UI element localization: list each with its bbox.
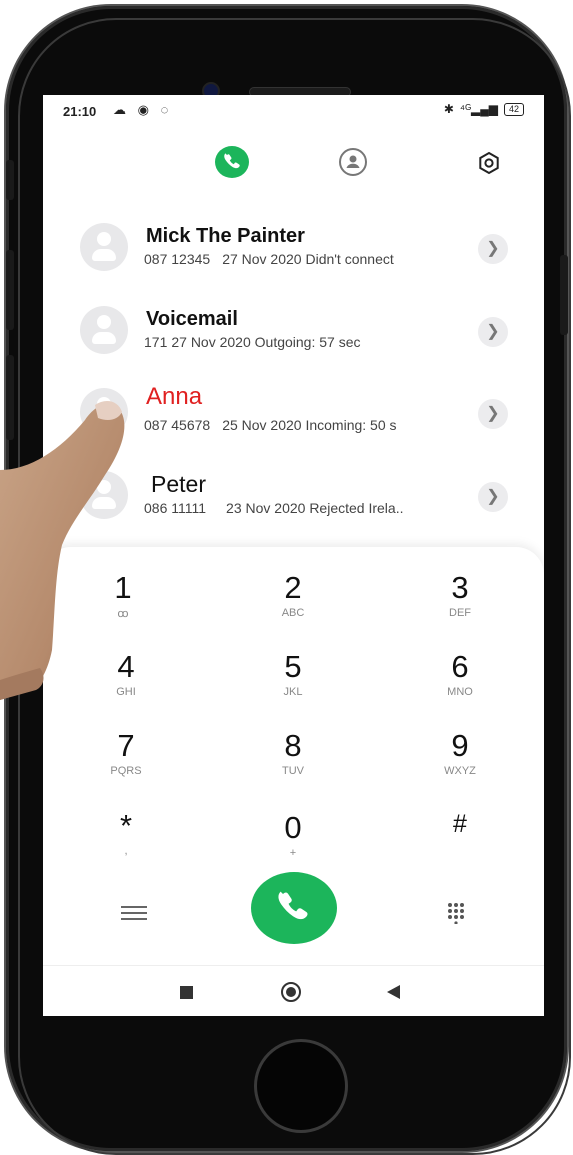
key-digit: 8 xyxy=(284,728,302,763)
status-bar: 21:10 ☁ ◉ ◌ ✱ ⁴ᴳ▂▄▆ 42 xyxy=(43,95,544,129)
key-digit: 7 xyxy=(117,728,135,763)
dial-key-2[interactable]: 2 ABC xyxy=(233,571,353,641)
call-log-item[interactable]: Anna 087 45678 25 Nov 2020 Incoming: 50 s… xyxy=(43,380,544,460)
phone-icon xyxy=(278,891,308,920)
status-right-icons: ✱ ⁴ᴳ▂▄▆ 42 xyxy=(444,102,524,116)
tab-contacts[interactable] xyxy=(339,148,367,176)
call-details-button[interactable]: ❯ xyxy=(478,317,508,347)
side-button-power[interactable] xyxy=(560,255,568,335)
key-letters: JKL xyxy=(283,686,303,698)
key-letters: GHI xyxy=(116,686,136,698)
key-letters: ABC xyxy=(281,607,305,619)
dial-key-5[interactable]: 5 JKL xyxy=(233,650,353,720)
dial-key-4[interactable]: 4 GHI xyxy=(66,650,186,720)
call-detail: 087 45678 25 Nov 2020 Incoming: 50 s xyxy=(144,417,397,433)
contacts-icon xyxy=(346,155,360,168)
caller-name: Voicemail xyxy=(146,308,238,330)
status-time: 21:10 xyxy=(63,104,97,119)
key-digit: # xyxy=(453,810,467,838)
dial-key-hash[interactable]: # xyxy=(400,807,520,877)
home-nav-button[interactable] xyxy=(281,982,301,1002)
key-letters: WXYZ xyxy=(444,765,476,777)
dial-key-star[interactable]: *, xyxy=(66,809,186,879)
call-info: 23 Nov 2020 Rejected Irela.. xyxy=(226,500,404,516)
caller-name: Anna xyxy=(146,383,203,410)
voicemail-icon: ꝏ xyxy=(117,608,129,620)
caller-name: Mick The Painter xyxy=(146,225,305,247)
tab-recents[interactable] xyxy=(215,146,249,178)
call-detail: 086 11111 23 Nov 2020 Rejected Irela.. xyxy=(144,500,403,516)
key-letters: TUV xyxy=(282,765,304,777)
caller-number: 171 xyxy=(144,334,168,350)
signal-icon: ⁴ᴳ▂▄▆ xyxy=(459,102,498,116)
avatar xyxy=(80,471,128,519)
system-nav-bar xyxy=(43,965,544,1016)
key-letters: DEF xyxy=(449,607,471,619)
recent-apps-button[interactable] xyxy=(180,986,193,999)
key-digit: 6 xyxy=(451,649,469,684)
call-log-item[interactable]: Voicemail 171 27 Nov 2020 Outgoing: 57 se… xyxy=(43,298,544,378)
phone-screen: 21:10 ☁ ◉ ◌ ✱ ⁴ᴳ▂▄▆ 42 Mick The Painter … xyxy=(43,95,544,1016)
key-digit: 1 xyxy=(114,570,132,605)
side-button-mute[interactable] xyxy=(6,160,14,200)
call-log-item[interactable]: Mick The Painter 087 12345 27 Nov 2020 Di… xyxy=(43,215,544,295)
bluetooth-icon: ✱ xyxy=(443,102,454,116)
menu-icon xyxy=(121,906,147,908)
call-log-item[interactable]: Peter 086 11111 23 Nov 2020 Rejected Irel… xyxy=(43,463,544,543)
key-digit: * xyxy=(119,808,133,843)
dial-key-9[interactable]: 9 WXYZ xyxy=(400,729,520,799)
back-button[interactable] xyxy=(387,985,400,999)
call-details-button[interactable]: ❯ xyxy=(478,234,508,264)
home-button[interactable] xyxy=(254,1039,348,1133)
avatar xyxy=(80,306,128,354)
caller-number: 087 45678 xyxy=(144,417,211,433)
call-info: 27 Nov 2020 Didn't connect xyxy=(222,251,394,267)
call-detail: 087 12345 27 Nov 2020 Didn't connect xyxy=(144,251,394,267)
key-digit: 9 xyxy=(451,728,469,763)
key-letters: PQRS xyxy=(110,765,142,777)
call-details-button[interactable]: ❯ xyxy=(478,399,508,429)
caller-number: 086 11111 xyxy=(144,500,207,516)
settings-button[interactable] xyxy=(477,151,501,175)
menu-button[interactable] xyxy=(121,902,147,922)
caller-number: 087 12345 xyxy=(144,251,211,267)
top-tab-bar xyxy=(43,145,544,185)
side-button-volume-down[interactable] xyxy=(6,355,14,440)
key-digit: 4 xyxy=(117,649,135,684)
status-notification-icons: ☁ ◉ ◌ xyxy=(113,102,173,117)
phone-icon xyxy=(224,153,240,169)
key-letters: MNO xyxy=(447,686,473,698)
dial-key-3[interactable]: 3 DEF xyxy=(400,571,520,641)
key-digit: 0 xyxy=(284,810,302,845)
key-letters: , xyxy=(124,845,128,857)
avatar xyxy=(80,388,128,436)
hide-keypad-button[interactable] xyxy=(445,902,467,925)
dial-key-6[interactable]: 6 MNO xyxy=(400,650,520,720)
battery-icon: 42 xyxy=(503,102,524,116)
key-digit: 2 xyxy=(284,570,302,605)
side-button-volume-up[interactable] xyxy=(6,250,14,330)
call-details-button[interactable]: ❯ xyxy=(478,482,508,512)
dialpad-icon xyxy=(448,903,464,925)
dial-key-7[interactable]: 7 PQRS xyxy=(66,729,186,799)
key-digit: 5 xyxy=(284,649,302,684)
avatar xyxy=(80,223,128,271)
dial-key-8[interactable]: 8 TUV xyxy=(233,729,353,799)
caller-name: Peter xyxy=(151,471,206,497)
call-detail: 171 27 Nov 2020 Outgoing: 57 sec xyxy=(144,334,361,350)
settings-icon xyxy=(479,151,499,175)
call-button[interactable] xyxy=(251,872,337,944)
key-digit: 3 xyxy=(451,570,469,605)
dial-key-0[interactable]: 0 + xyxy=(233,811,353,881)
call-info: 27 Nov 2020 Outgoing: 57 sec xyxy=(171,334,361,350)
call-info: 25 Nov 2020 Incoming: 50 s xyxy=(222,417,397,433)
dial-key-1[interactable]: 1ꝏ xyxy=(63,571,183,641)
key-letters: + xyxy=(289,847,297,859)
dial-pad: 1ꝏ 2 ABC 3 DEF 4 GHI 5 JKL 6 MNO 7 PQRS 8 TUV 9… xyxy=(43,547,544,1016)
